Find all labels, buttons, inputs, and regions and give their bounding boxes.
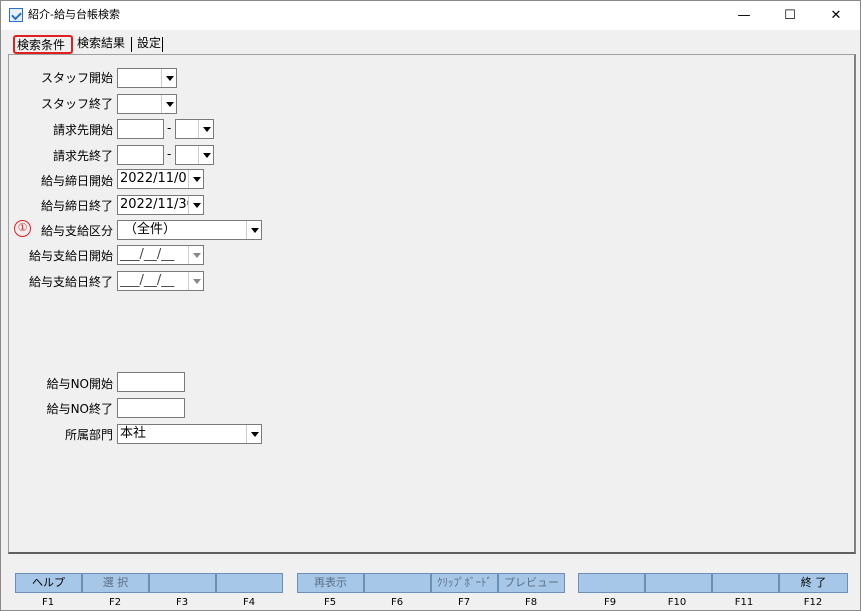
chevron-down-icon[interactable]	[188, 196, 203, 214]
annotation-marker: ①	[14, 220, 31, 237]
close-button[interactable]: ✕	[813, 1, 859, 30]
closing-start-row: 給与締日開始	[1, 171, 113, 191]
f9-key-label: F9	[603, 597, 617, 608]
f10-key-label: F10	[667, 597, 687, 608]
closing-start-date-picker[interactable]: 2022/11/01	[117, 169, 204, 189]
billing-start-row: 請求先開始	[1, 120, 113, 140]
f10-button[interactable]	[645, 573, 712, 593]
f11-button[interactable]	[712, 573, 779, 593]
select-button[interactable]: 選 択	[82, 573, 149, 593]
staff-start-label: スタッフ開始	[40, 71, 113, 85]
f4-button[interactable]	[216, 573, 283, 593]
f2-key-label: F2	[108, 597, 122, 608]
clipboard-button[interactable]: ｸﾘｯﾌﾟﾎﾞｰﾄﾞ	[431, 573, 498, 593]
salary-no-start-input[interactable]	[117, 372, 185, 392]
payment-date-end-picker[interactable]: ___/__/__	[117, 271, 204, 291]
f4-key-label: F4	[242, 597, 256, 608]
billing-start-label: 請求先開始	[52, 123, 113, 137]
closing-end-label: 給与締日終了	[40, 199, 113, 213]
f3-button[interactable]	[149, 573, 216, 593]
billing-start-separator: -	[167, 121, 172, 135]
f3-key-label: F3	[175, 597, 189, 608]
billing-end-separator: -	[167, 147, 172, 161]
payment-type-select[interactable]: （全件）	[117, 220, 262, 240]
chevron-down-icon[interactable]	[161, 95, 176, 113]
salary-no-end-row: 給与NO終了	[1, 399, 113, 419]
exit-button[interactable]: 終 了	[779, 573, 848, 593]
salary-no-start-row: 給与NO開始	[1, 374, 113, 394]
tab-settings[interactable]: 設定	[134, 35, 164, 54]
function-key-bar: ヘルプ 選 択 再表示 ｸﾘｯﾌﾟﾎﾞｰﾄﾞ プレビュー 終 了	[15, 573, 848, 593]
staff-start-row: スタッフ開始	[1, 68, 113, 88]
chevron-down-icon[interactable]	[198, 146, 213, 164]
billing-end-code-input[interactable]	[117, 145, 164, 165]
tab-separator	[162, 37, 163, 52]
billing-end-label: 請求先終了	[52, 149, 113, 163]
department-row: 所属部門	[1, 425, 113, 445]
f1-key-label: F1	[41, 597, 55, 608]
closing-end-date-picker[interactable]: 2022/11/30	[117, 195, 204, 215]
staff-end-select[interactable]	[117, 94, 177, 114]
f7-key-label: F7	[457, 597, 471, 608]
chevron-down-icon[interactable]	[161, 69, 176, 87]
billing-start-code-input[interactable]	[117, 119, 164, 139]
refresh-button[interactable]: 再表示	[297, 573, 364, 593]
payment-date-start-row: 給与支給日開始	[1, 246, 113, 266]
chevron-down-icon[interactable]	[188, 272, 203, 290]
billing-end-row: 請求先終了	[1, 146, 113, 166]
salary-no-start-label: 給与NO開始	[46, 377, 113, 391]
minimize-button[interactable]: —	[721, 1, 767, 30]
f12-key-label: F12	[803, 597, 823, 608]
tab-search-conditions[interactable]: 検索条件	[13, 35, 73, 54]
chevron-down-icon[interactable]	[188, 170, 203, 188]
staff-end-label: スタッフ終了	[40, 97, 113, 111]
chevron-down-icon[interactable]	[198, 120, 213, 138]
window-title: 紹介-給与台帳検索	[28, 8, 120, 21]
f11-key-label: F11	[734, 597, 754, 608]
title-bar: 紹介-給与台帳検索 — ☐ ✕	[1, 1, 860, 30]
salary-no-end-label: 給与NO終了	[46, 402, 113, 416]
f8-key-label: F8	[524, 597, 538, 608]
chevron-down-icon[interactable]	[246, 221, 261, 239]
payment-date-start-label: 給与支給日開始	[28, 249, 113, 263]
tab-search-results[interactable]: 検索結果	[74, 35, 128, 54]
f9-button[interactable]	[578, 573, 645, 593]
f6-key-label: F6	[390, 597, 404, 608]
payment-date-end-label: 給与支給日終了	[28, 275, 113, 289]
payment-date-start-picker[interactable]: ___/__/__	[117, 245, 204, 265]
tab-separator	[131, 37, 132, 52]
preview-button[interactable]: プレビュー	[498, 573, 565, 593]
app-icon	[9, 8, 23, 22]
staff-start-select[interactable]	[117, 68, 177, 88]
billing-end-branch-select[interactable]	[175, 145, 214, 165]
payment-type-label: 給与支給区分	[40, 224, 113, 238]
f5-key-label: F5	[323, 597, 337, 608]
help-button[interactable]: ヘルプ	[15, 573, 82, 593]
department-select[interactable]: 本社	[117, 424, 262, 444]
closing-start-label: 給与締日開始	[40, 174, 113, 188]
main-window: 紹介-給与台帳検索 — ☐ ✕ 検索条件 検索結果 設定 スタッフ開始 スタッフ…	[0, 0, 861, 611]
salary-no-end-input[interactable]	[117, 398, 185, 418]
closing-end-row: 給与締日終了	[1, 196, 113, 216]
billing-start-branch-select[interactable]	[175, 119, 214, 139]
payment-date-end-row: 給与支給日終了	[1, 272, 113, 292]
f6-button[interactable]	[364, 573, 431, 593]
chevron-down-icon[interactable]	[188, 246, 203, 264]
maximize-button[interactable]: ☐	[767, 1, 813, 30]
department-label: 所属部門	[64, 428, 113, 442]
chevron-down-icon[interactable]	[246, 425, 261, 443]
staff-end-row: スタッフ終了	[1, 94, 113, 114]
